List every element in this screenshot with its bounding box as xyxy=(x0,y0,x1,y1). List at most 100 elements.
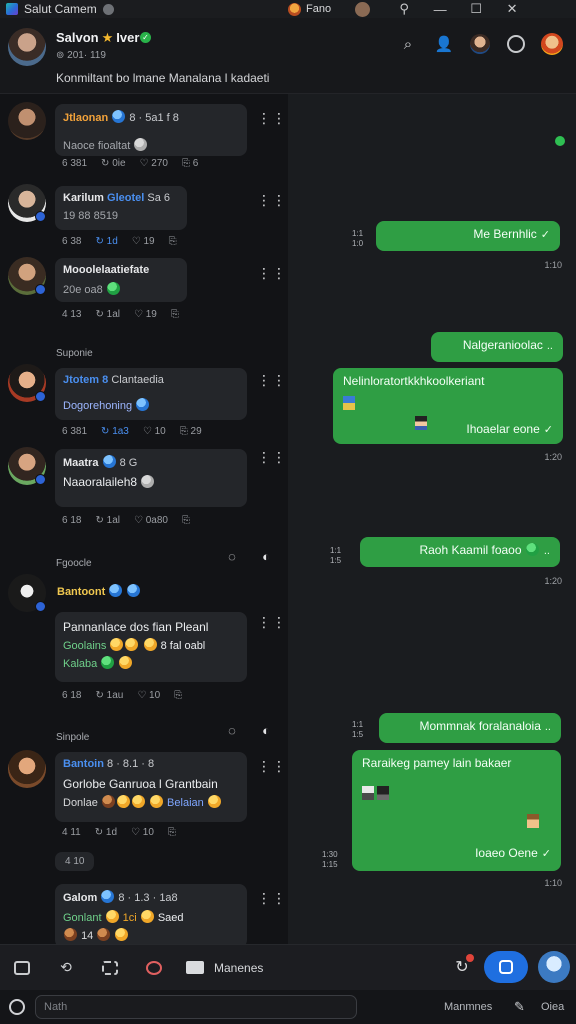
contact-name[interactable]: Salvon ★ Iver xyxy=(56,30,139,46)
moon-icon[interactable]: ◐ xyxy=(258,722,274,738)
share-button[interactable]: ⎘ 6 xyxy=(182,158,198,169)
like-button[interactable]: ♡ 0a80 xyxy=(134,515,168,526)
post-author[interactable]: Mooolelaatiefate xyxy=(63,264,179,276)
gallery-icon[interactable] xyxy=(88,953,132,983)
post-bubble[interactable]: Maatra 8 G Naaoralaileh8 xyxy=(55,449,247,507)
post-message-line: 14 xyxy=(81,930,94,942)
post-author[interactable]: Jtlaonan xyxy=(63,112,108,124)
repost-button[interactable]: ↻ 1a3 xyxy=(101,426,129,437)
repost-button[interactable]: ↻ 1al xyxy=(95,309,120,320)
outgoing-message[interactable]: Me Bernhlic ✓ xyxy=(376,221,560,251)
more-options-icon[interactable]: ⋮⋮ xyxy=(257,450,287,464)
post-author[interactable]: Galom xyxy=(63,892,97,904)
post-avatar[interactable] xyxy=(8,574,46,612)
more-options-icon[interactable]: ⋮⋮ xyxy=(257,193,287,207)
composer-label-secondary[interactable]: Oiea xyxy=(541,1001,564,1013)
close-button[interactable]: ✕ xyxy=(494,0,530,18)
toolbar-label[interactable]: Manenes xyxy=(214,961,263,975)
message-text: Nelinloratortkkhkoolkeriant xyxy=(343,374,485,388)
share-button[interactable]: ⎘ xyxy=(182,515,190,526)
repost-button[interactable]: ↻ 1d xyxy=(95,827,117,838)
repost-button[interactable]: ↻ 0ie xyxy=(101,158,126,169)
more-options-icon[interactable]: ⋮⋮ xyxy=(257,266,287,280)
notification-icon[interactable]: ↻ xyxy=(444,951,480,983)
share-button[interactable]: ⎘ xyxy=(174,690,182,701)
refresh-icon[interactable]: ⟲ xyxy=(44,953,88,983)
profile-icon[interactable] xyxy=(462,32,498,56)
post-avatar[interactable] xyxy=(8,102,46,140)
reply-icon[interactable] xyxy=(0,953,44,983)
share-button[interactable]: ⎘ xyxy=(168,827,176,838)
share-button[interactable]: ⎘ xyxy=(171,309,179,320)
post-bubble[interactable]: Jtotem 8 Clantaedia Dogorehoning xyxy=(55,368,247,420)
pin-icon[interactable]: ⚲ xyxy=(386,0,422,18)
camera-icon[interactable] xyxy=(132,953,176,983)
post-link[interactable]: Dogorehoning xyxy=(63,400,132,412)
avatar-icon[interactable] xyxy=(538,951,570,983)
post-bubble[interactable]: Jtlaonan 8 · 5a1 f 8 Naoce fioaltat xyxy=(55,104,247,156)
more-options-icon[interactable]: ⋮⋮ xyxy=(257,373,287,387)
account-icon[interactable] xyxy=(534,32,570,56)
outgoing-message[interactable]: Nalgeranioolac.. xyxy=(431,332,563,362)
status-icon: .. xyxy=(543,545,550,557)
emoji-icon xyxy=(136,398,150,411)
user-status-icon[interactable] xyxy=(288,2,301,16)
outgoing-message[interactable]: Nelinloratortkkhkoolkeriant Ihoaelar eon… xyxy=(333,368,563,444)
post-author[interactable]: Jtotem xyxy=(63,374,99,386)
moon-icon[interactable]: ◐ xyxy=(258,548,274,564)
like-button[interactable]: ♡ 10 xyxy=(131,827,154,838)
views-count: 6 381 xyxy=(62,158,88,169)
settings-icon[interactable] xyxy=(498,32,534,56)
search-icon[interactable]: ⌕ xyxy=(390,32,426,56)
share-button[interactable]: ⎘ 29 xyxy=(180,426,202,437)
contact-avatar[interactable] xyxy=(8,28,46,66)
post-author[interactable]: Bantoin xyxy=(63,758,104,770)
comment-icon[interactable]: ◌ xyxy=(224,722,240,738)
share-button[interactable]: ⎘ xyxy=(169,236,177,247)
user-avatar[interactable] xyxy=(355,1,371,17)
post-avatar[interactable] xyxy=(8,750,46,788)
like-button[interactable]: ♡ 10 xyxy=(137,690,160,701)
more-options-icon[interactable]: ⋮⋮ xyxy=(257,615,287,629)
post-bubble[interactable]: Karilum Gleotel Sa 6 19 88 8519 xyxy=(55,186,187,230)
post-bubble[interactable]: Pannanlace dos fian Pleanl Goolains 8 fa… xyxy=(55,612,247,682)
capture-button[interactable] xyxy=(484,951,528,983)
add-icon[interactable] xyxy=(9,999,25,1015)
message-input[interactable] xyxy=(35,995,357,1019)
more-options-icon[interactable]: ⋮⋮ xyxy=(257,891,287,905)
comment-icon[interactable]: ◌ xyxy=(224,548,240,564)
like-button[interactable]: ♡ 10 xyxy=(143,426,166,437)
post-avatar[interactable] xyxy=(8,184,46,222)
day-separator: Suponie xyxy=(56,348,93,359)
like-button[interactable]: ♡ 19 xyxy=(132,236,155,247)
outgoing-message[interactable]: Raraikeg pamey lain bakaer Ioaeo Oene ✓ xyxy=(352,750,561,871)
post-avatar[interactable] xyxy=(8,257,46,295)
composer-label[interactable]: Manmnes xyxy=(444,1001,492,1013)
outgoing-message[interactable]: Raoh Kaamil foaoo .. xyxy=(360,537,560,567)
repost-button[interactable]: ↻ 1d xyxy=(95,236,117,247)
post-author[interactable]: Bantoont xyxy=(57,586,105,598)
post-bubble[interactable]: Galom 8 · 1.3 · 1a8 Gonlant 1ci Saed 14 xyxy=(55,884,247,944)
like-button[interactable]: ♡ 270 xyxy=(140,158,168,169)
person-icon[interactable]: 👤 xyxy=(426,32,462,56)
outgoing-message[interactable]: Mommnak foralanaloia.. xyxy=(379,713,561,743)
user-name[interactable]: Fano xyxy=(306,3,331,15)
edit-icon[interactable]: ✎ xyxy=(514,999,525,1015)
repost-button[interactable]: ↻ 1al xyxy=(95,515,120,526)
post-author[interactable]: Karilum xyxy=(63,192,104,204)
post-author[interactable]: Maatra xyxy=(63,457,98,469)
more-options-icon[interactable]: ⋮⋮ xyxy=(257,111,287,125)
views-count: 4 13 xyxy=(62,309,82,320)
minimize-button[interactable]: — xyxy=(422,0,458,18)
post-avatar[interactable] xyxy=(8,364,46,402)
post-bubble[interactable]: Mooolelaatiefate 20e oa8 xyxy=(55,258,187,302)
repost-button[interactable]: ↻ 1au xyxy=(95,690,123,701)
thread-count-pill[interactable]: 4 10 xyxy=(55,852,95,871)
post-avatar[interactable] xyxy=(8,447,46,485)
post-bubble[interactable]: Bantoin 8 · 8.1 · 8 Gorlobe Ganruoa l Gr… xyxy=(55,752,247,822)
maximize-button[interactable]: ☐ xyxy=(458,0,494,18)
post-reactions: 6 18 ↻ 1al ♡ 0a80 ⎘ xyxy=(62,515,190,526)
like-button[interactable]: ♡ 19 xyxy=(134,309,157,320)
more-options-icon[interactable]: ⋮⋮ xyxy=(257,759,287,773)
mail-icon[interactable] xyxy=(186,961,204,974)
